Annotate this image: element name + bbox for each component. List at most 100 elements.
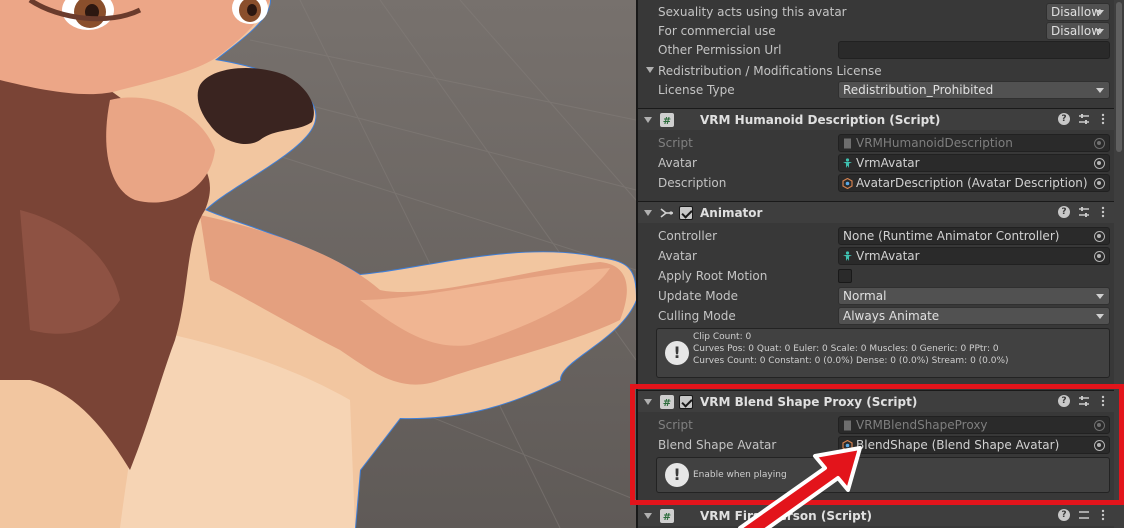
animator-controller-field[interactable]: None (Runtime Animator Controller) [838,227,1110,245]
animator-controller-row: Controller None (Runtime Animator Contro… [638,226,1124,246]
chevron-down-icon [1096,88,1104,93]
help-icon[interactable]: ? [1058,206,1070,218]
inspector-scrollbar[interactable] [1114,0,1124,528]
license-section-header[interactable]: Redistribution / Modifications License [638,61,1124,81]
animator-controller-value: None (Runtime Animator Controller) [843,229,1060,243]
description-label: Description [658,176,727,190]
kebab-menu-icon[interactable] [1100,395,1106,407]
commercial-label: For commercial use [658,24,776,38]
commercial-value: Disallow [1051,24,1102,38]
animator-avatar-row: Avatar VrmAvatar [638,246,1124,266]
object-picker-icon[interactable] [1094,231,1105,242]
preset-icon[interactable] [1078,206,1090,218]
script-file-icon [844,420,851,431]
foldout-icon[interactable] [644,117,652,123]
kebab-menu-icon[interactable] [1100,206,1106,218]
humanoid-avatar-field[interactable]: VrmAvatar [838,154,1110,172]
scriptable-object-icon [842,178,853,189]
root-motion-checkbox[interactable] [838,269,852,283]
scene-view[interactable] [0,0,636,528]
first-person-title: VRM First Person (Script) [700,509,872,523]
sexuality-value: Disallow [1051,5,1102,19]
foldout-icon[interactable] [644,210,652,216]
object-picker-icon[interactable] [1094,251,1105,262]
sexuality-dropdown[interactable]: Disallow [1046,3,1110,21]
script-icon: # [660,395,674,409]
blend-shape-proxy-header[interactable]: # VRM Blend Shape Proxy (Script) ? [638,390,1124,412]
foldout-icon[interactable] [644,399,652,405]
animator-enabled-checkbox[interactable] [679,206,693,220]
humanoid-script-row: Script VRMHumanoidDescription [638,133,1124,153]
header-icons: ? [1058,113,1114,127]
humanoid-script-value: VRMHumanoidDescription [856,136,1013,150]
license-type-value: Redistribution_Prohibited [843,83,994,97]
info-icon: ! [665,341,689,365]
animator-icon [660,208,673,218]
license-type-dropdown[interactable]: Redistribution_Prohibited [838,81,1110,99]
preset-icon[interactable] [1078,509,1090,521]
humanoid-description-value: AvatarDescription (Avatar Description) [856,176,1088,190]
avatar-label: Avatar [658,249,697,263]
chevron-down-icon [1096,294,1104,299]
blend-shape-script-field: VRMBlendShapeProxy [838,416,1110,434]
animator-avatar-field[interactable]: VrmAvatar [838,247,1110,265]
blend-shape-proxy-enabled-checkbox[interactable] [679,395,693,409]
animator-avatar-value: VrmAvatar [856,249,920,263]
other-url-label: Other Permission Url [658,43,782,57]
sexuality-row: Sexuality acts using this avatar Disallo… [638,2,1124,22]
culling-mode-dropdown[interactable]: Always Animate [838,307,1110,325]
avatar-asset-icon [843,158,852,168]
foldout-icon[interactable] [644,513,652,519]
update-mode-label: Update Mode [658,289,738,303]
humanoid-avatar-row: Avatar VrmAvatar [638,153,1124,173]
animator-info-box: ! Clip Count: 0 Curves Pos: 0 Quat: 0 Eu… [656,328,1110,378]
info-line-2: Curves Pos: 0 Quat: 0 Euler: 0 Scale: 0 … [693,344,999,354]
update-mode-row: Update Mode Normal [638,286,1124,306]
animator-title: Animator [700,206,763,220]
blend-shape-avatar-field[interactable]: BlendShape (Blend Shape Avatar) [838,436,1110,454]
help-icon[interactable]: ? [1058,395,1070,407]
license-type-label: License Type [658,83,735,97]
kebab-menu-icon[interactable] [1100,509,1106,521]
object-picker-icon[interactable] [1094,158,1105,169]
kebab-menu-icon[interactable] [1100,113,1106,125]
humanoid-avatar-value: VrmAvatar [856,156,920,170]
object-picker-icon [1094,420,1105,431]
scrollbar-thumb[interactable] [1116,2,1122,152]
blend-shape-proxy-title: VRM Blend Shape Proxy (Script) [700,395,918,409]
sexuality-label: Sexuality acts using this avatar [658,5,847,19]
root-motion-row: Apply Root Motion [638,266,1124,286]
help-icon[interactable]: ? [1058,509,1070,521]
culling-mode-row: Culling Mode Always Animate [638,306,1124,326]
script-label: Script [658,418,693,432]
script-file-icon [844,138,851,149]
avatar-label: Avatar [658,156,697,170]
script-label: Script [658,136,693,150]
first-person-header[interactable]: # VRM First Person (Script) ? [638,504,1124,526]
object-picker-icon[interactable] [1094,178,1105,189]
preset-icon[interactable] [1078,395,1090,407]
blend-shape-avatar-value: BlendShape (Blend Shape Avatar) [856,438,1060,452]
help-icon[interactable]: ? [1058,113,1070,125]
commercial-dropdown[interactable]: Disallow [1046,22,1110,40]
animator-header[interactable]: Animator ? [638,201,1124,223]
chevron-down-icon [1096,314,1104,319]
blend-shape-info-message: Enable when playing [693,470,787,480]
humanoid-description-field[interactable]: AvatarDescription (Avatar Description) [838,174,1110,192]
humanoid-description-row: Description AvatarDescription (Avatar De… [638,173,1124,193]
other-url-field[interactable] [838,41,1110,59]
info-icon: ! [665,463,689,487]
svg-text:#: # [663,398,671,409]
object-picker-icon[interactable] [1094,440,1105,451]
other-url-row: Other Permission Url [638,40,1124,60]
inspector-panel: Sexuality acts using this avatar Disallo… [638,0,1124,528]
preset-icon[interactable] [1078,113,1090,125]
header-icons: ? [1058,395,1114,409]
chevron-down-icon [1096,29,1104,34]
avatar-asset-icon [843,251,852,261]
commercial-row: For commercial use Disallow [638,21,1124,41]
update-mode-value: Normal [843,289,887,303]
humanoid-description-header[interactable]: # VRM Humanoid Description (Script) ? [638,108,1124,130]
update-mode-dropdown[interactable]: Normal [838,287,1110,305]
object-picker-icon [1094,138,1105,149]
